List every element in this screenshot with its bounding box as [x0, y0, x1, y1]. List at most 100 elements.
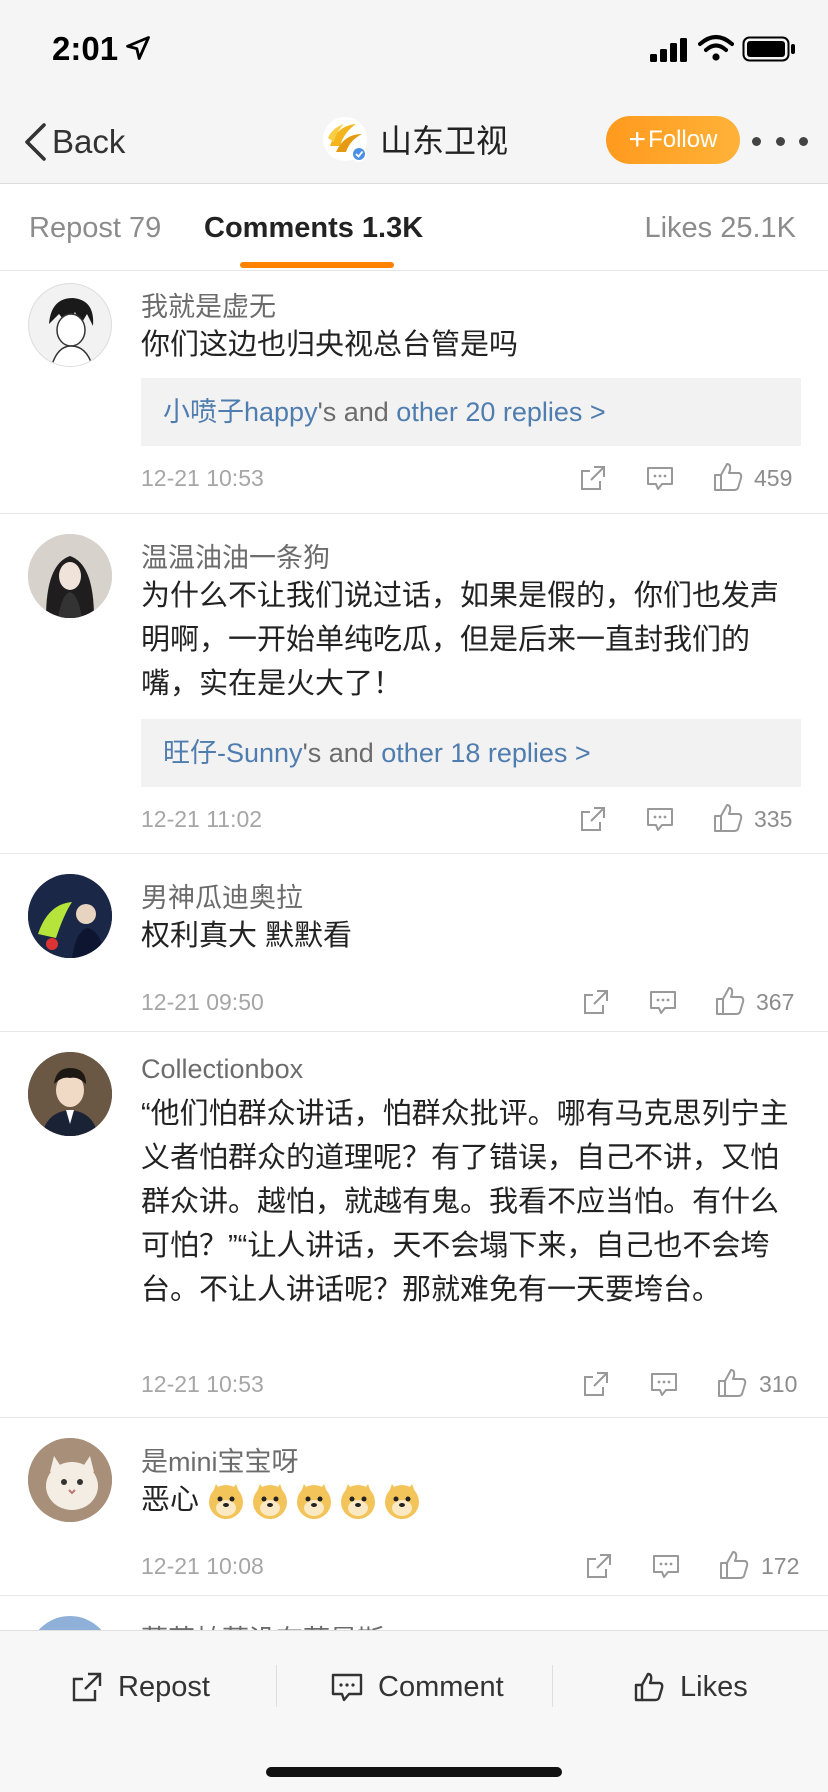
comment-text: “他们怕群众讲话，怕群众批评。哪有马克思列宁主义者怕群众的道理呢？有了错误，自己… [141, 1098, 789, 1306]
like-icon [634, 1672, 664, 1702]
repost-icon [72, 1672, 102, 1702]
comment-author[interactable]: Collectionbox [141, 1054, 303, 1085]
repost-icon[interactable] [581, 987, 611, 1017]
repost-icon[interactable] [584, 1551, 614, 1581]
comment-icon[interactable] [649, 1369, 679, 1399]
home-indicator [266, 1767, 562, 1777]
tab-comments[interactable]: Comments 1.3K [204, 212, 423, 245]
reply-mid-text: 's and [302, 738, 382, 768]
comment-text: 权利真大 默默看 [141, 920, 353, 952]
comment-meta: 12-21 10:08 172 [141, 1547, 801, 1587]
plus-icon: + [628, 123, 647, 156]
comment-text: 恶心 [141, 1478, 801, 1522]
repost-icon[interactable] [581, 1369, 611, 1399]
comment-icon[interactable] [645, 463, 675, 493]
more-dot-icon [799, 136, 808, 146]
comment-item: Collectionbox “他们怕群众讲话，怕群众批评。哪有马克思列宁主义者怕… [0, 1032, 828, 1418]
account-header[interactable]: 山东卫视 [322, 116, 508, 162]
account-name: 山东卫视 [380, 123, 509, 159]
like-icon[interactable] [711, 801, 745, 835]
avatar[interactable] [28, 534, 112, 618]
likes-label: Likes [680, 1670, 748, 1703]
comment-text-content: 恶心 [141, 1484, 200, 1516]
repost-icon[interactable] [578, 804, 608, 834]
tab-likes[interactable]: Likes 25.1K [644, 212, 796, 245]
comment-icon[interactable] [651, 1551, 681, 1581]
like-icon[interactable] [717, 1548, 751, 1582]
comment-meta: 12-21 10:53 459 [141, 459, 801, 499]
avatar[interactable] [28, 874, 112, 958]
more-replies-link[interactable]: other 20 replies > [396, 397, 605, 427]
comment-time: 12-21 10:53 [141, 465, 264, 491]
comment-text: 你们这边也归央视总台管是吗 [141, 329, 519, 361]
avatar[interactable] [28, 1438, 112, 1522]
comment-icon [331, 1673, 363, 1702]
more-replies-link[interactable]: other 18 replies > [381, 738, 590, 768]
comment-meta: 12-21 09:50 367 [141, 983, 801, 1023]
repost-icon[interactable] [578, 463, 608, 493]
divider [552, 1665, 553, 1707]
comment-author[interactable]: 是mini宝宝呀 [141, 1440, 299, 1479]
comment-time: 12-21 10:08 [141, 1553, 264, 1579]
comment-author[interactable]: 我就是虚无 [141, 285, 276, 324]
cellular-signal-icon [650, 38, 687, 62]
battery-icon [742, 36, 795, 62]
comment-meta: 12-21 10:53 310 [141, 1365, 801, 1405]
comment-item: 是mini宝宝呀 恶心 12-21 10:08 172 [0, 1418, 828, 1596]
account-logo [322, 116, 368, 162]
doge-emoji-icon [385, 1484, 420, 1520]
chevron-left-icon [25, 123, 46, 161]
like-icon[interactable] [713, 984, 747, 1018]
avatar[interactable] [28, 1052, 112, 1136]
location-arrow-icon [126, 36, 150, 60]
status-time: 2:01 [52, 30, 119, 67]
like-button[interactable]: Likes [632, 1665, 748, 1709]
comment-author[interactable]: 男神瓜迪奥拉 [141, 876, 303, 915]
comment-text: 为什么不让我们说过话，如果是假的，你们也发声明啊，一开始单纯吃瓜，但是后来一直封… [141, 580, 780, 700]
repost-label: Repost [118, 1670, 210, 1703]
comment-label: Comment [378, 1670, 504, 1703]
like-count: 172 [761, 1553, 800, 1579]
comment-item: 男神瓜迪奥拉 权利真大 默默看 12-21 09:50 367 [0, 854, 828, 1032]
nav-bar: Back 山东卫视 + Follow [0, 100, 828, 184]
reply-mid-text: 's and [317, 397, 397, 427]
like-icon[interactable] [711, 460, 745, 494]
like-count: 367 [756, 989, 795, 1015]
reply-user-link[interactable]: 旺仔-Sunny [163, 738, 303, 768]
like-count: 310 [759, 1371, 798, 1397]
comment-button[interactable]: Comment [330, 1665, 504, 1709]
back-label: Back [52, 123, 126, 160]
more-dot-icon [775, 136, 785, 146]
doge-emoji-icon [253, 1484, 288, 1520]
follow-label: Follow [648, 126, 718, 153]
avatar[interactable] [28, 283, 112, 367]
like-icon[interactable] [715, 1366, 749, 1400]
replies-preview[interactable]: 旺仔-Sunny's and other 18 replies > [141, 719, 801, 787]
comment-meta: 12-21 11:02 335 [141, 800, 801, 840]
doge-emoji-icon [209, 1484, 244, 1520]
more-dot-icon [752, 136, 761, 146]
comment-icon[interactable] [648, 987, 678, 1017]
comment-time: 12-21 11:02 [141, 806, 263, 832]
comment-time: 12-21 09:50 [141, 989, 264, 1015]
wifi-icon [698, 35, 734, 61]
comment-icon[interactable] [645, 804, 675, 834]
back-button[interactable]: Back [22, 120, 125, 164]
replies-preview[interactable]: 小喷子happy's and other 20 replies > [141, 378, 801, 446]
comment-item: 温温油油一条狗 为什么不让我们说过话，如果是假的，你们也发声明啊，一开始单纯吃瓜… [0, 514, 828, 854]
comment-time: 12-21 10:53 [141, 1371, 264, 1397]
reply-user-link[interactable]: 小喷子happy [163, 397, 318, 427]
like-count: 335 [754, 806, 793, 832]
divider [276, 1665, 277, 1707]
doge-emoji-icon [297, 1484, 332, 1520]
comment-author[interactable]: 温温油油一条狗 [141, 536, 330, 575]
follow-button[interactable]: + Follow [606, 116, 740, 164]
tab-repost[interactable]: Repost 79 [29, 212, 161, 245]
bottom-action-bar: Repost Comment Likes [0, 1630, 828, 1792]
comment-item: 我就是虚无 你们这边也归央视总台管是吗 小喷子happy's and other… [0, 271, 828, 514]
repost-button[interactable]: Repost [70, 1665, 210, 1709]
channel-logo-icon [323, 117, 367, 162]
status-bar: 2:01 [0, 0, 828, 100]
more-options-button[interactable] [752, 126, 808, 156]
tab-bar: Repost 79 Comments 1.3K Likes 25.1K [0, 184, 828, 271]
